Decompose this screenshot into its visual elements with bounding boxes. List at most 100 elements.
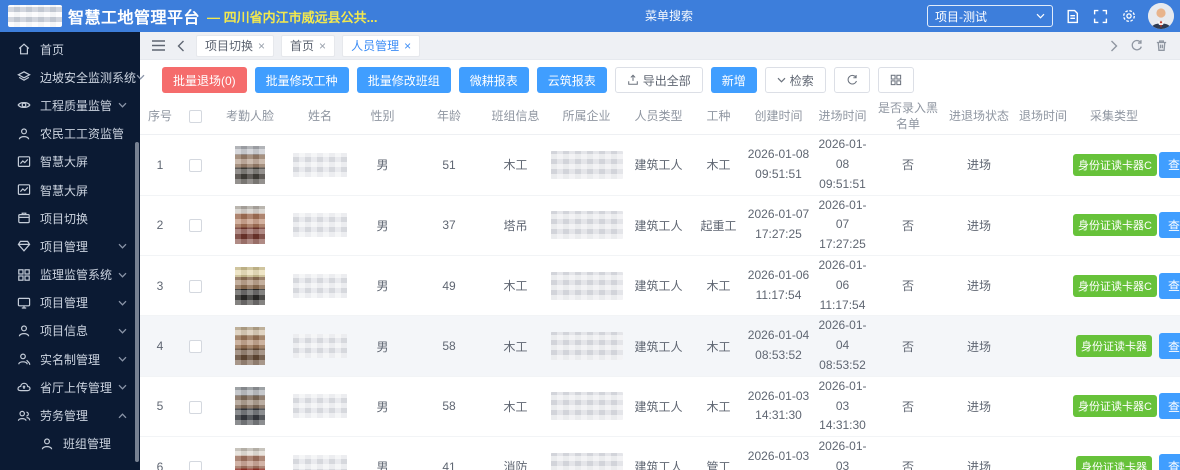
sidebar-item[interactable]: 省厅上传管理	[0, 373, 140, 401]
cell-blacklist: 否	[873, 135, 943, 195]
view-button[interactable]: 查	[1159, 393, 1180, 419]
tab-personnel[interactable]: 人员管理 ×	[342, 35, 420, 57]
fullscreen-icon[interactable]	[1092, 8, 1109, 25]
sidebar: 首页边坡安全监测系统工程质量监管农民工工资监管智慧大屏智慧大屏项目切换项目管理监…	[0, 32, 140, 470]
chevron-right-icon[interactable]	[1110, 40, 1118, 52]
gear-icon[interactable]	[1120, 8, 1137, 25]
export-all-button[interactable]: 导出全部	[615, 67, 703, 93]
weigeng-report-button[interactable]: 微耕报表	[459, 67, 529, 93]
main-area: 项目切换 × 首页 × 人员管理 ×	[140, 32, 1180, 470]
refresh-table-button[interactable]	[834, 67, 870, 93]
collection-type-badge[interactable]: 身份证读卡器	[1076, 335, 1152, 357]
row-checkbox[interactable]	[189, 401, 202, 414]
sidebar-item[interactable]: 项目信息	[0, 317, 140, 345]
refresh-icon[interactable]	[1130, 39, 1143, 52]
company-blurred	[551, 272, 623, 300]
hamburger-icon[interactable]	[151, 39, 166, 52]
collection-type-badge[interactable]: 身份证读卡器C	[1073, 214, 1157, 236]
view-button[interactable]: 查	[1159, 212, 1180, 238]
sidebar-item[interactable]: 农民工工资监管	[0, 120, 140, 148]
tab-label: 项目切换	[205, 37, 253, 54]
sidebar-item-label: 省厅上传管理	[40, 379, 112, 396]
cell-team: 木工	[483, 135, 548, 195]
app-window: 智慧工地管理平台 — 四川省内江市威远县公共... 菜单搜索 项目-测试	[0, 0, 1180, 470]
cell-age: 58	[415, 316, 483, 376]
row-checkbox[interactable]	[189, 219, 202, 232]
face-photo-blurred	[235, 267, 265, 305]
add-button[interactable]: 新增	[711, 67, 757, 93]
tab-project-switch[interactable]: 项目切换 ×	[196, 35, 274, 57]
cell-actions: 查	[1157, 316, 1180, 376]
table-row[interactable]: 2男37塔吊建筑工人起重工2026-01-0717:27:252026-01-0…	[140, 195, 1180, 255]
view-button[interactable]: 查	[1159, 454, 1180, 470]
user-avatar[interactable]	[1148, 3, 1174, 29]
cell-actions: 查	[1157, 135, 1180, 195]
sidebar-item-label: 项目管理	[40, 294, 88, 311]
document-icon[interactable]	[1064, 8, 1081, 25]
row-checkbox[interactable]	[189, 461, 202, 470]
cell-collection-type: 身份证读卡器C	[1071, 255, 1157, 315]
table-row[interactable]: 6男41消防建筑工人管工2026-01-0314:21:072026-01-03…	[140, 437, 1180, 470]
sidebar-item[interactable]: 班组管理	[0, 430, 140, 458]
sidebar-item[interactable]: 项目管理	[0, 289, 140, 317]
chevron-down-icon	[777, 77, 786, 83]
cell-seq: 6	[140, 437, 180, 470]
row-checkbox[interactable]	[189, 159, 202, 172]
table-row[interactable]: 1男51木工建筑工人木工2026-01-0809:51:512026-01-08…	[140, 135, 1180, 195]
yunzhu-report-button[interactable]: 云筑报表	[537, 67, 607, 93]
collection-type-badge[interactable]: 身份证读卡器	[1076, 456, 1152, 470]
sidebar-item[interactable]: 智慧大屏	[0, 148, 140, 176]
cell-company	[548, 195, 625, 255]
search-toggle-button[interactable]: 检索	[765, 67, 826, 93]
sidebar-item[interactable]: 项目切换	[0, 204, 140, 232]
view-button[interactable]: 查	[1159, 152, 1180, 178]
close-icon[interactable]: ×	[404, 39, 411, 53]
sidebar-item[interactable]: 智慧大屏	[0, 176, 140, 204]
menu-search-link[interactable]: 菜单搜索	[645, 0, 693, 32]
view-button[interactable]: 查	[1159, 273, 1180, 299]
select-all-checkbox[interactable]	[189, 110, 202, 123]
chevron-left-icon[interactable]	[177, 40, 185, 52]
row-checkbox[interactable]	[189, 280, 202, 293]
sidebar-item[interactable]: 首页	[0, 35, 140, 63]
sidebar-item[interactable]: 边坡安全监测系统	[0, 63, 140, 91]
collection-type-badge[interactable]: 身份证读卡器C	[1073, 275, 1157, 297]
close-icon[interactable]: ×	[258, 39, 265, 53]
trash-icon[interactable]	[1155, 39, 1168, 52]
face-photo-blurred	[235, 448, 265, 470]
table-row[interactable]: 5男58木工建筑工人木工2026-01-0314:31:302026-01-03…	[140, 376, 1180, 436]
tab-home[interactable]: 首页 ×	[281, 35, 335, 57]
batch-edit-team-button[interactable]: 批量修改班组	[357, 67, 451, 93]
cell-status: 进场	[943, 255, 1015, 315]
collection-type-badge[interactable]: 身份证读卡器C	[1073, 395, 1157, 417]
cell-company	[548, 135, 625, 195]
sidebar-scrollbar[interactable]	[135, 142, 139, 462]
project-select-dropdown[interactable]: 项目-测试	[927, 5, 1053, 27]
sidebar-item-label: 项目管理	[40, 238, 88, 255]
chevron-down-icon	[1036, 13, 1045, 19]
cell-created-time: 2026-01-0314:31:30	[745, 376, 812, 436]
chevron-down-icon	[136, 74, 145, 80]
sidebar-item[interactable]: 劳务管理	[0, 401, 140, 429]
collection-type-badge[interactable]: 身份证读卡器C	[1073, 154, 1157, 176]
cell-checkbox	[180, 437, 210, 470]
row-checkbox[interactable]	[189, 340, 202, 353]
cell-sex: 男	[350, 135, 415, 195]
user-icon	[17, 324, 31, 338]
sidebar-item-label: 班组管理	[63, 435, 111, 452]
sidebar-item[interactable]: 项目管理	[0, 232, 140, 260]
batch-exit-button[interactable]: 批量退场(0)	[162, 67, 247, 93]
cell-age: 37	[415, 195, 483, 255]
cell-seq: 1	[140, 135, 180, 195]
batch-edit-trade-button[interactable]: 批量修改工种	[255, 67, 349, 93]
cell-name	[290, 437, 350, 470]
sidebar-item[interactable]: 监理监管系统	[0, 261, 140, 289]
sidebar-item[interactable]: 实名制管理	[0, 345, 140, 373]
view-button[interactable]: 查	[1159, 333, 1180, 359]
close-icon[interactable]: ×	[319, 39, 326, 53]
table-row[interactable]: 3男49木工建筑工人木工2026-01-0611:17:542026-01-06…	[140, 255, 1180, 315]
sidebar-item[interactable]: 工程质量监管	[0, 91, 140, 119]
tab-bar: 项目切换 × 首页 × 人员管理 ×	[140, 32, 1180, 60]
table-row[interactable]: 4男58木工建筑工人木工2026-01-0408:53:522026-01-04…	[140, 316, 1180, 376]
column-settings-button[interactable]	[878, 67, 914, 93]
